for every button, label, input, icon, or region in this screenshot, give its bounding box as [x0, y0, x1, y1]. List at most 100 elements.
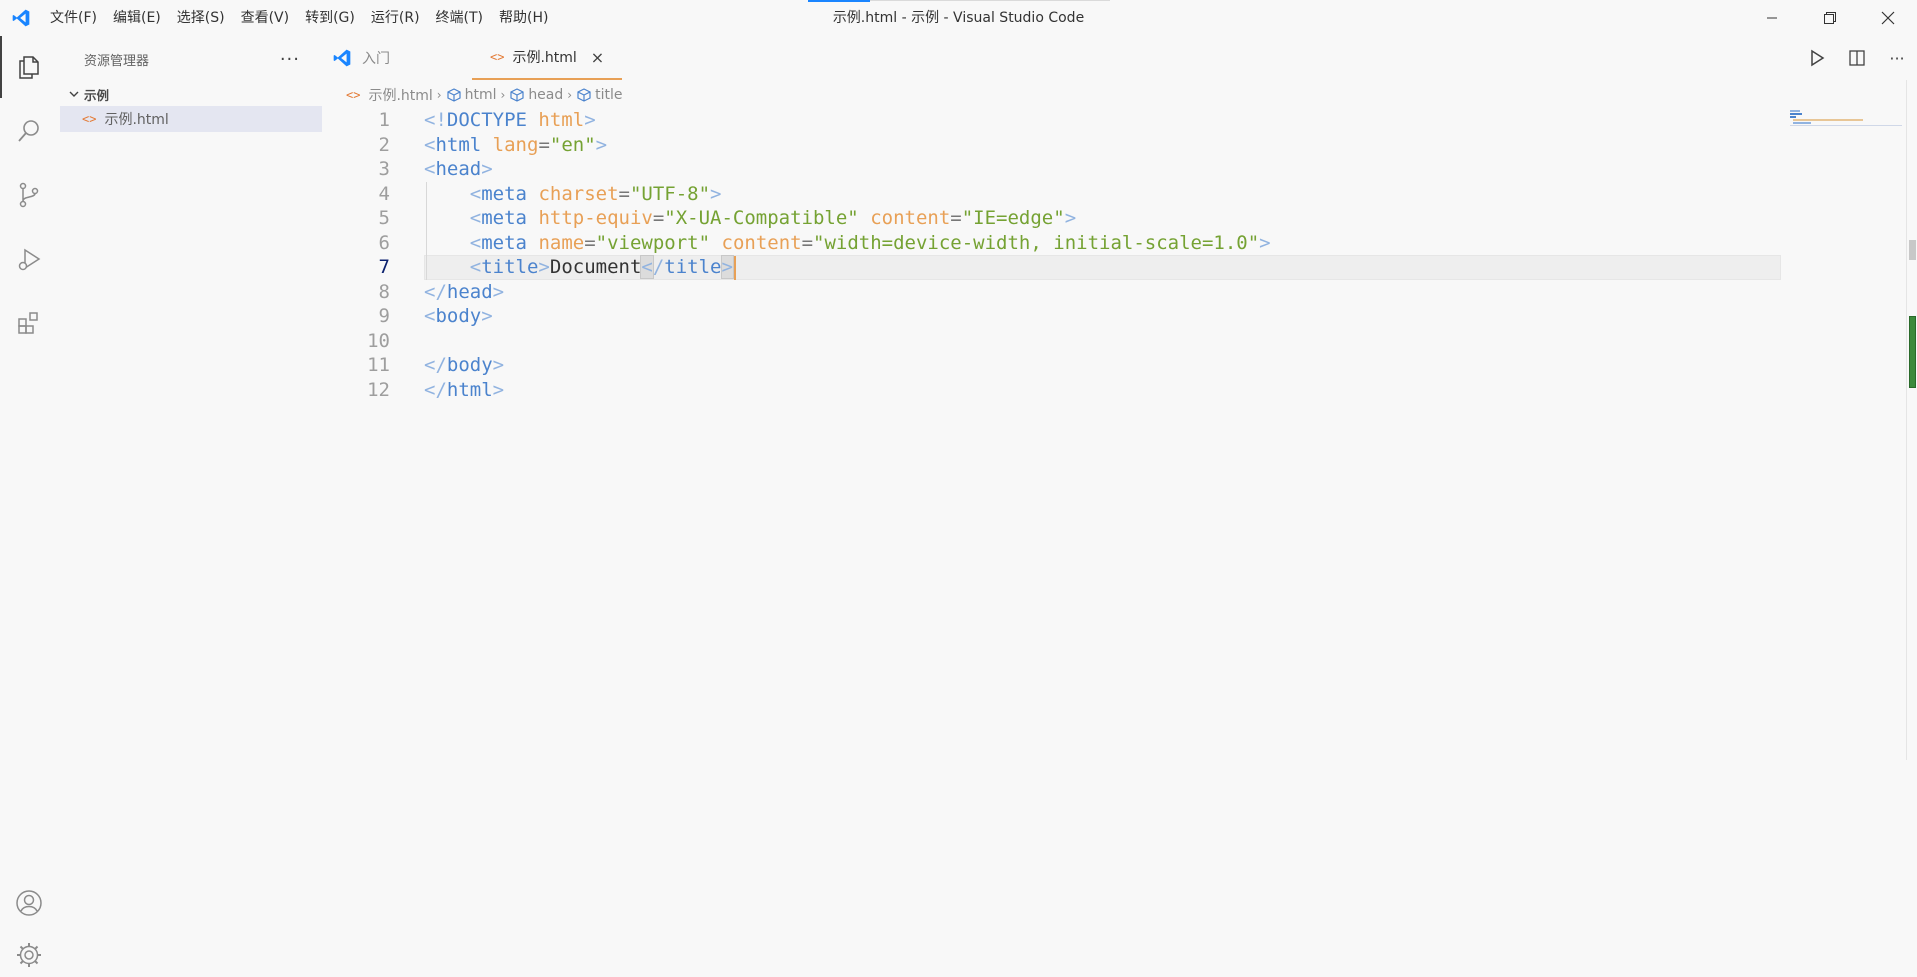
line-number: 9	[378, 305, 390, 327]
code-line[interactable]: 2 <html lang="en">	[322, 133, 1782, 158]
code-punctuation: >	[710, 182, 722, 205]
menu-run[interactable]: 运行(R)	[363, 3, 428, 33]
code-content: <body>	[424, 304, 493, 329]
code-punctuation: <	[424, 305, 436, 327]
menu-view[interactable]: 查看(V)	[233, 3, 298, 33]
title-accent-line	[808, 0, 870, 2]
tab-label: 入门	[362, 51, 390, 67]
code-string: "en"	[549, 133, 596, 156]
tab-close-button[interactable]: ×	[591, 48, 604, 67]
chevron-down-icon	[69, 91, 79, 97]
breadcrumb-label: html	[464, 87, 497, 103]
vscode-logo-icon	[333, 49, 351, 67]
split-editor-button[interactable]	[1837, 36, 1877, 80]
code-tag: head	[446, 280, 493, 303]
line-number: 12	[367, 378, 390, 401]
code-punctuation: >	[492, 280, 505, 303]
minimap-line	[1793, 122, 1811, 124]
scroll-thumb[interactable]	[1909, 316, 1916, 388]
code-punctuation: <!	[424, 109, 447, 131]
breadcrumb-label: head	[528, 87, 564, 103]
code-punctuation: >	[584, 109, 596, 131]
accounts-button[interactable]	[0, 872, 58, 934]
menu-file[interactable]: 文件(F)	[42, 3, 105, 33]
code-string: "width=device-width, initial-scale=1.0"	[813, 231, 1260, 254]
line-number: 11	[367, 354, 390, 376]
menu-go[interactable]: 转到(G)	[297, 3, 363, 33]
title-divider-line	[870, 0, 1110, 1]
menu-help[interactable]: 帮助(H)	[491, 3, 556, 33]
html-file-icon: <>	[490, 50, 505, 64]
extensions-button[interactable]	[0, 292, 58, 354]
code-attribute: content	[870, 207, 951, 229]
code-string: "X-UA-Compatible"	[664, 207, 859, 229]
code-punctuation: >	[1064, 207, 1077, 229]
code-line[interactable]: 9 <body>	[322, 304, 1782, 329]
code-line[interactable]: 1 <!DOCTYPE html>	[322, 108, 1782, 133]
code-punctuation: /	[652, 256, 665, 278]
vscode-logo-icon	[0, 0, 42, 36]
html-file-icon: <>	[82, 112, 97, 126]
code-editor[interactable]: 1 <!DOCTYPE html> 2 <html lang="en"> 3 <head>…	[322, 108, 1782, 968]
code-punctuation: <	[469, 231, 482, 254]
minimap[interactable]	[1790, 108, 1902, 128]
vertical-scrollbar[interactable]	[1906, 80, 1917, 760]
minimap-viewport	[1790, 125, 1902, 126]
scroll-marker	[1909, 240, 1916, 260]
code-line[interactable]: 3 <head>	[322, 157, 1782, 182]
code-line[interactable]: 8 </head>	[322, 280, 1782, 305]
more-actions-button[interactable]: ···	[280, 49, 300, 70]
more-editor-actions-button[interactable]: ···	[1877, 36, 1917, 80]
menu-edit[interactable]: 编辑(E)	[105, 3, 169, 33]
search-button[interactable]	[0, 100, 58, 162]
code-line[interactable]: 12 </html>	[322, 378, 1782, 403]
minimize-button[interactable]	[1743, 0, 1801, 36]
source-control-button[interactable]	[0, 164, 58, 226]
title-bar: 文件(F) 编辑(E) 选择(S) 查看(V) 转到(G) 运行(R) 终端(T…	[0, 0, 1917, 36]
manage-button[interactable]	[0, 932, 58, 977]
file-item[interactable]: <> 示例.html	[60, 106, 322, 132]
line-number: 8	[378, 280, 390, 303]
code-content: <meta name="viewport" content="width=dev…	[424, 231, 1271, 256]
breadcrumb-head[interactable]: head	[509, 87, 563, 103]
code-content: </body>	[424, 353, 504, 378]
code-keyword: DOCTYPE	[446, 109, 527, 131]
files-icon	[19, 56, 39, 79]
code-line[interactable]: 4 <meta charset="UTF-8">	[322, 182, 1782, 207]
folder-row[interactable]: 示例	[58, 82, 322, 106]
line-number: 3	[378, 158, 390, 180]
minimap-line	[1790, 110, 1800, 112]
code-line[interactable]: 10	[322, 329, 1782, 354]
breadcrumb-file[interactable]: 示例.html	[368, 85, 432, 105]
code-line[interactable]: 6 <meta name="viewport" content="width=d…	[322, 231, 1782, 256]
code-punctuation: <	[469, 207, 482, 229]
code-punctuation: >	[1259, 231, 1271, 254]
code-line[interactable]: 11 </body>	[322, 353, 1782, 378]
matching-bracket: <	[640, 255, 654, 279]
breadcrumb: <> 示例.html › html › head › title	[346, 84, 622, 106]
split-editor-icon	[1849, 50, 1865, 66]
tab-active-file[interactable]: <> 示例.html ×	[472, 36, 622, 80]
breadcrumb-html[interactable]: html	[446, 87, 497, 103]
run-file-button[interactable]	[1797, 36, 1837, 80]
search-icon	[18, 120, 39, 142]
code-line[interactable]: 5 <meta http-equiv="X-UA-Compatible" con…	[322, 206, 1782, 231]
run-debug-button[interactable]	[0, 228, 58, 290]
tab-label: 示例.html	[512, 50, 577, 66]
tab-welcome[interactable]: 入门	[332, 36, 476, 80]
chevron-right-icon: ›	[436, 88, 442, 102]
close-window-button[interactable]	[1859, 0, 1917, 36]
menu-terminal[interactable]: 终端(T)	[428, 3, 491, 33]
code-tag: meta	[481, 182, 527, 205]
code-punctuation: <	[424, 158, 436, 180]
explorer-button[interactable]	[0, 36, 58, 98]
code-line[interactable]: 7 <title>Document</title>	[322, 255, 1782, 280]
menu-bar: 文件(F) 编辑(E) 选择(S) 查看(V) 转到(G) 运行(R) 终端(T…	[42, 0, 556, 36]
editor-actions: ···	[1797, 36, 1917, 80]
menu-selection[interactable]: 选择(S)	[169, 3, 233, 33]
restore-icon	[1824, 12, 1836, 24]
breadcrumb-title[interactable]: title	[576, 87, 622, 103]
restore-button[interactable]	[1801, 0, 1859, 36]
line-number: 10	[367, 329, 390, 352]
